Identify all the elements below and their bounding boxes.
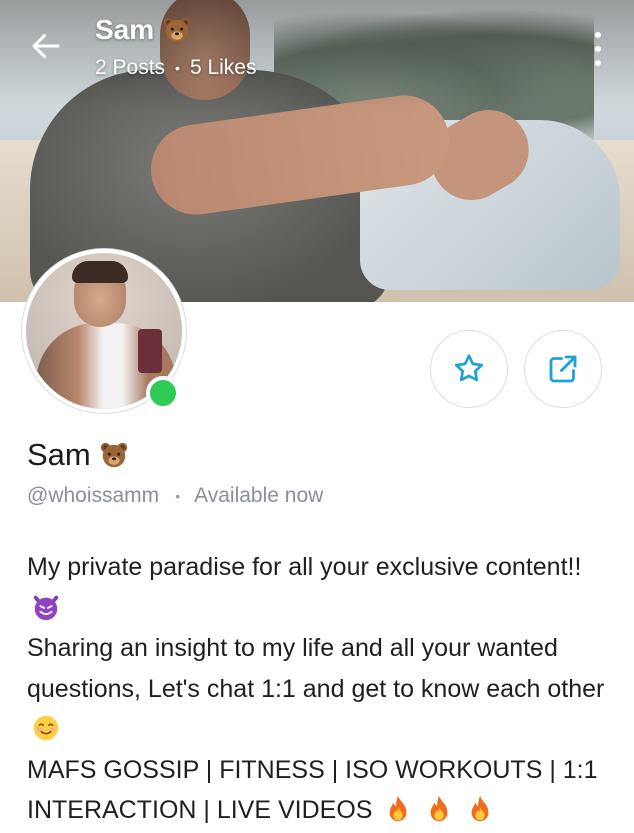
more-options-button[interactable]	[588, 32, 608, 66]
profile-name-text: Sam	[27, 437, 91, 472]
posts-count: 2 Posts	[95, 56, 166, 79]
availability-status: Available now	[194, 484, 324, 507]
bio-line: My private paradise for all your exclusi…	[27, 547, 617, 628]
header-name: Sam	[95, 14, 155, 45]
fire-icon	[430, 795, 448, 822]
share-button[interactable]	[524, 330, 602, 408]
header-stats: 2 Posts • 5 Likes	[95, 56, 257, 80]
profile-bio: My private paradise for all your exclusi…	[27, 547, 617, 831]
arrow-left-icon	[32, 34, 60, 58]
smiling-face-icon	[33, 715, 59, 741]
fire-icon	[471, 795, 489, 822]
likes-count: 5 Likes	[189, 56, 257, 79]
back-button[interactable]	[28, 28, 68, 68]
share-icon	[549, 355, 577, 383]
header-title: Sam	[95, 14, 192, 46]
favorite-button[interactable]	[430, 330, 508, 408]
profile-handle: @whoissamm	[27, 484, 160, 507]
bio-line: MAFS GOSSIP | FITNESS | ISO WORKOUTS | 1…	[27, 755, 598, 825]
smiling-devil-icon	[33, 595, 59, 620]
separator-dot: •	[175, 60, 180, 76]
more-vertical-icon	[595, 32, 601, 38]
separator-dot: •	[175, 488, 181, 504]
bio-line: Sharing an insight to my life and all yo…	[27, 628, 617, 750]
fire-icon	[389, 795, 407, 822]
online-indicator	[146, 376, 180, 410]
bear-face-icon	[164, 17, 191, 43]
star-icon	[454, 354, 484, 382]
profile-meta: @whoissamm • Available now	[27, 484, 323, 508]
bear-face-icon	[100, 442, 127, 468]
profile-name: Sam	[27, 437, 129, 473]
